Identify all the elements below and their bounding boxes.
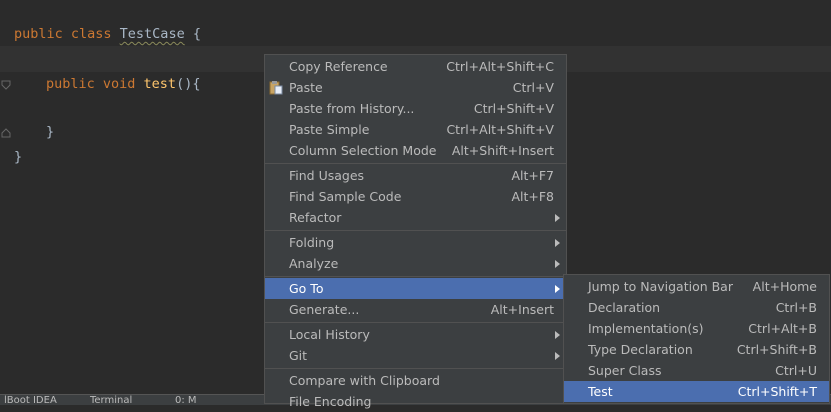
menu-separator [265, 163, 566, 164]
menu-separator [265, 368, 566, 369]
code-line-close-method: } [46, 123, 54, 141]
submenu-arrow-icon [555, 352, 560, 360]
menu-item-copy-reference[interactable]: Copy Reference Ctrl+Alt+Shift+C [265, 56, 566, 77]
menu-item-git[interactable]: Git [265, 345, 566, 366]
submenu-item-jump-to-navigation-bar[interactable]: Jump to Navigation Bar Alt+Home [564, 276, 829, 297]
menu-item-find-usages[interactable]: Find Usages Alt+F7 [265, 165, 566, 186]
submenu-arrow-icon [555, 239, 560, 247]
menu-item-refactor[interactable]: Refactor [265, 207, 566, 228]
fold-open-icon[interactable] [1, 80, 11, 90]
submenu-arrow-icon [555, 331, 560, 339]
code-line-method: public void test(){ [46, 75, 200, 93]
menu-item-find-sample-code[interactable]: Find Sample Code Alt+F8 [265, 186, 566, 207]
context-menu: Copy Reference Ctrl+Alt+Shift+C Paste Ctrl… [264, 54, 567, 409]
submenu-item-test[interactable]: Test Ctrl+Shift+T [564, 381, 829, 402]
submenu-item-type-declaration[interactable]: Type Declaration Ctrl+Shift+B [564, 339, 829, 360]
code-line-close-class: } [14, 148, 22, 166]
menu-item-generate[interactable]: Generate... Alt+Insert [265, 299, 566, 320]
clipboard-icon [269, 80, 283, 95]
code-text: } [46, 124, 55, 140]
menu-item-paste-simple[interactable]: Paste Simple Ctrl+Alt+Shift+V [265, 119, 566, 140]
menu-item-local-history[interactable]: Local History [265, 324, 566, 345]
submenu-item-declaration[interactable]: Declaration Ctrl+B [564, 297, 829, 318]
keyword: public void [46, 76, 144, 92]
menu-item-compare-with-clipboard[interactable]: Compare with Clipboard [265, 370, 566, 391]
method-name: test [143, 76, 177, 92]
code-text: } [14, 149, 23, 165]
menu-separator [265, 322, 566, 323]
code-text: { [184, 26, 201, 42]
menu-item-folding[interactable]: Folding [265, 232, 566, 253]
submenu-arrow-icon [555, 285, 560, 293]
menu-separator [265, 230, 566, 231]
submenu-arrow-icon [555, 260, 560, 268]
menu-item-go-to[interactable]: Go To [265, 278, 566, 299]
menu-item-paste-from-history[interactable]: Paste from History... Ctrl+Shift+V [265, 98, 566, 119]
menu-separator [265, 276, 566, 277]
submenu-item-implementations[interactable]: Implementation(s) Ctrl+Alt+B [564, 318, 829, 339]
menu-item-column-selection-mode[interactable]: Column Selection Mode Alt+Shift+Insert [265, 140, 566, 161]
menu-item-file-encoding[interactable]: File Encoding [265, 391, 566, 412]
code-line-class: public class TestCase { [14, 25, 201, 43]
keyword: public class [14, 26, 120, 42]
goto-submenu: Jump to Navigation Bar Alt+Home Declarati… [563, 274, 830, 404]
code-text: (){ [176, 76, 201, 92]
menu-item-analyze[interactable]: Analyze [265, 253, 566, 274]
submenu-item-super-class[interactable]: Super Class Ctrl+U [564, 360, 829, 381]
fold-close-icon[interactable] [1, 128, 11, 138]
class-name: TestCase [119, 26, 185, 42]
submenu-arrow-icon [555, 214, 560, 222]
menu-item-paste[interactable]: Paste Ctrl+V [265, 77, 566, 98]
